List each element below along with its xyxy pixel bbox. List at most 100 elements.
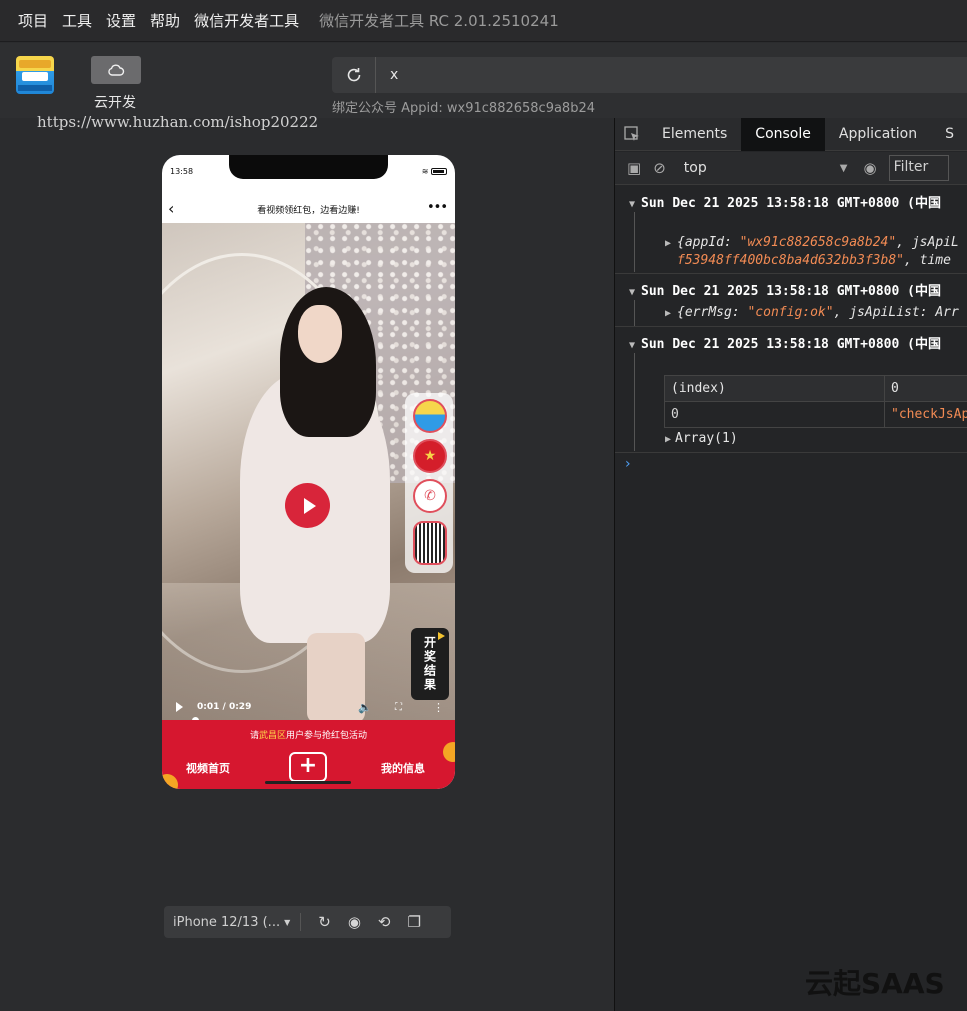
stop-icon[interactable]: ◉ (348, 913, 361, 931)
collapse-triangle-icon[interactable]: ▶ (665, 434, 671, 445)
corner-decoration-left (162, 774, 178, 789)
console-prompt-icon[interactable]: › (625, 456, 631, 472)
video-player[interactable]: ★ ✆ 开奖结果 0:01 / 0:29 🔈 ⛶ ⋮ (162, 223, 455, 720)
volume-icon[interactable]: 🔈 (358, 701, 372, 714)
status-icons: ≋ (422, 167, 447, 176)
fullscreen-icon[interactable]: ⛶ (395, 702, 402, 713)
obj-rest-2: , time (903, 253, 951, 268)
tab-elements[interactable]: Elements (648, 118, 741, 151)
tab-application[interactable]: Application (825, 118, 931, 151)
devtools-panel: Elements Console Application S ▣ ⊘ top ▼… (614, 117, 967, 1011)
add-button[interactable]: + (289, 752, 327, 782)
device-bar-divider (300, 913, 302, 931)
log-timestamp[interactable]: ▼ Sun Dec 21 2025 13:58:18 GMT+0800 (中国 (629, 280, 941, 299)
log-timestamp-text: Sun Dec 21 2025 13:58:18 GMT+0800 (中国 (641, 337, 941, 352)
lottery-result-button[interactable]: 开奖结果 (411, 628, 449, 700)
console-table: (index) 0 0 "checkJsAp (664, 375, 967, 428)
log-group-line (634, 300, 635, 326)
battery-icon (431, 168, 447, 175)
table-header-index[interactable]: (index) (664, 375, 885, 402)
watermark-url: https://www.huzhan.com/ishop20222 (37, 113, 319, 131)
clear-console-icon[interactable]: ⊘ (653, 159, 666, 177)
tab-video-home[interactable]: 视频首页 (186, 760, 230, 776)
project-avatar[interactable] (16, 56, 54, 94)
context-dropdown-icon[interactable]: ▼ (840, 163, 848, 174)
table-row: 0 "checkJsAp (664, 401, 967, 428)
rotate-refresh-icon[interactable]: ↻ (318, 913, 331, 931)
log-object-line-2: f53948ff400bc8ba4d632bb3f3b8", time (677, 253, 951, 268)
sidebar-toggle-icon[interactable]: ▣ (627, 159, 641, 177)
notice-suffix: 用户参与抢红包活动 (286, 731, 368, 741)
menu-settings[interactable]: 设置 (106, 10, 136, 31)
menu-help[interactable]: 帮助 (150, 10, 180, 31)
cloud-dev-button[interactable] (91, 56, 141, 84)
obj-key: {errMsg: (677, 305, 748, 320)
expand-triangle-icon[interactable]: ▼ (629, 287, 635, 298)
cloud-dev-label: 云开发 (94, 95, 136, 111)
logo-top-band (19, 60, 51, 68)
phone-simulator[interactable]: 13:58 ≋ ‹ 看视频领红包，边看边赚! ••• ★ ✆ 开奖结果 0:01… (162, 155, 455, 789)
menu-wechat-devtools[interactable]: 微信开发者工具 (194, 10, 299, 31)
obj-value: "wx91c882658c9a8b24" (739, 235, 897, 250)
log-timestamp[interactable]: ▼ Sun Dec 21 2025 13:58:18 GMT+0800 (中国 (629, 333, 941, 352)
expand-triangle-icon[interactable]: ▼ (629, 340, 635, 351)
flag-marker-icon (438, 632, 445, 640)
context-select[interactable]: top (684, 160, 834, 176)
mini-page-title: 看视频领红包，边看边赚! (257, 206, 360, 216)
address-text[interactable]: x (390, 67, 398, 83)
table-cell-value: "checkJsAp (884, 401, 967, 428)
collapse-triangle-icon[interactable]: ▶ (665, 238, 671, 249)
dropdown-caret-icon[interactable]: ▼ (284, 918, 290, 927)
table-cell-index: 0 (664, 401, 885, 428)
device-toolbar: iPhone 12/13 (... ▼ ↻ ◉ ⟲ ❐ (164, 906, 451, 938)
address-bar[interactable]: x (332, 57, 967, 93)
video-controls: 0:01 / 0:29 🔈 ⛶ ⋮ (162, 694, 455, 720)
multi-window-icon[interactable]: ❐ (408, 913, 421, 931)
wifi-icon: ≋ (421, 167, 429, 176)
obj-rest: , jsApiL (896, 235, 959, 250)
logo-bottom-band (18, 85, 52, 91)
menu-project[interactable]: 项目 (18, 10, 48, 31)
tab-my-info[interactable]: 我的信息 (381, 760, 425, 776)
brand-logo-icon[interactable] (413, 399, 447, 433)
log-timestamp[interactable]: ▼ Sun Dec 21 2025 13:58:18 GMT+0800 (中国 (629, 192, 941, 211)
notice-prefix: 请 (249, 731, 259, 741)
bottom-red-panel: 请武昌区用户参与抢红包活动 视频首页 + 我的信息 (162, 720, 455, 789)
log-object-line[interactable]: ▶ {appId: "wx91c882658c9a8b24", jsApiL (665, 235, 959, 250)
status-time: 13:58 (170, 167, 194, 176)
obj-rest: , jsApiList: Arr (833, 305, 959, 320)
eye-icon[interactable]: ◉ (863, 159, 876, 177)
refresh-button[interactable] (332, 57, 376, 93)
console-log-entry: ▼ Sun Dec 21 2025 13:58:18 GMT+0800 (中国 ▶… (615, 186, 967, 274)
array-summary[interactable]: ▶ Array(1) (665, 431, 738, 446)
toolbar: 云开发 x 绑定公众号 Appid: wx91c882658c9a8b24 (0, 43, 967, 118)
expand-triangle-icon[interactable]: ▼ (629, 199, 635, 210)
video-more-icon[interactable]: ⋮ (433, 701, 444, 714)
app-title: 微信开发者工具 RC 2.01.2510241 (319, 12, 559, 30)
tab-console[interactable]: Console (741, 117, 825, 151)
devtools-tabs: Elements Console Application S (615, 117, 967, 151)
more-dots-icon[interactable]: ••• (427, 200, 448, 215)
rotate-device-icon[interactable]: ⟲ (378, 913, 391, 931)
log-object-line[interactable]: ▶ {errMsg: "config:ok", jsApiList: Arr (665, 305, 959, 320)
phone-notch (229, 155, 388, 179)
refresh-icon (347, 68, 360, 82)
video-time: 0:01 / 0:29 (197, 702, 252, 712)
qrcode-icon[interactable] (413, 521, 447, 565)
table-header-row: (index) 0 (664, 375, 967, 402)
menu-tools[interactable]: 工具 (62, 10, 92, 31)
collapse-triangle-icon[interactable]: ▶ (665, 308, 671, 319)
mini-nav-bar: ‹ 看视频领红包，边看边赚! ••• (162, 197, 455, 223)
table-header-0[interactable]: 0 (884, 375, 967, 402)
tab-more[interactable]: S (931, 118, 967, 151)
filter-input[interactable]: Filter (888, 155, 949, 181)
home-indicator (265, 781, 351, 784)
phone-call-icon[interactable]: ✆ (413, 479, 447, 513)
control-play-icon[interactable] (176, 702, 183, 712)
brand-watermark: 云起SAAS (805, 967, 945, 1000)
inspect-element-icon[interactable] (615, 118, 648, 151)
flag-icon[interactable]: ★ (413, 439, 447, 473)
inspect-cursor-icon (623, 126, 639, 141)
device-select[interactable]: iPhone 12/13 (... (173, 915, 280, 930)
video-play-button[interactable] (285, 483, 330, 528)
